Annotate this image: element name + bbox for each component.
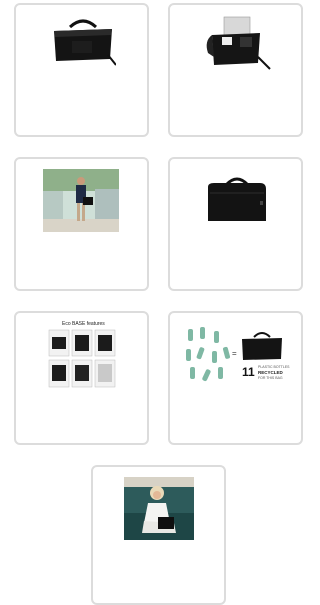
laptop-bag-icon bbox=[208, 177, 266, 221]
recycled-bottles bbox=[186, 327, 231, 382]
gallery-thumbnail-6[interactable]: = 11 PLASTIC BOTTLES RECYCLED FOR THIS B… bbox=[168, 311, 303, 445]
features-infographic: Eco BASE features bbox=[48, 321, 116, 389]
open-bag-icon bbox=[206, 16, 271, 70]
gallery-thumbnail-4[interactable] bbox=[168, 157, 303, 291]
laptop-bag-icon bbox=[54, 19, 116, 66]
gallery-thumbnail-3[interactable] bbox=[14, 157, 149, 291]
recycle-number: 11 bbox=[242, 365, 255, 379]
gallery-thumbnail-5[interactable]: Eco BASE features bbox=[14, 311, 149, 445]
gallery-thumbnail-7[interactable] bbox=[91, 465, 226, 605]
recycle-line-2: RECYCLED bbox=[258, 370, 283, 375]
gallery-thumbnail-2[interactable] bbox=[168, 3, 303, 137]
lifestyle-photo bbox=[124, 477, 194, 540]
laptop-bag-icon bbox=[242, 332, 282, 360]
recycle-line-1: PLASTIC BOTTLES bbox=[258, 365, 290, 369]
equals-sign: = bbox=[232, 349, 237, 358]
features-title: Eco BASE features bbox=[62, 321, 105, 327]
recycle-line-3: FOR THIS BAG bbox=[258, 376, 283, 380]
lifestyle-photo bbox=[43, 169, 119, 232]
gallery-thumbnail-1[interactable] bbox=[14, 3, 149, 137]
feature-grid bbox=[48, 329, 116, 388]
